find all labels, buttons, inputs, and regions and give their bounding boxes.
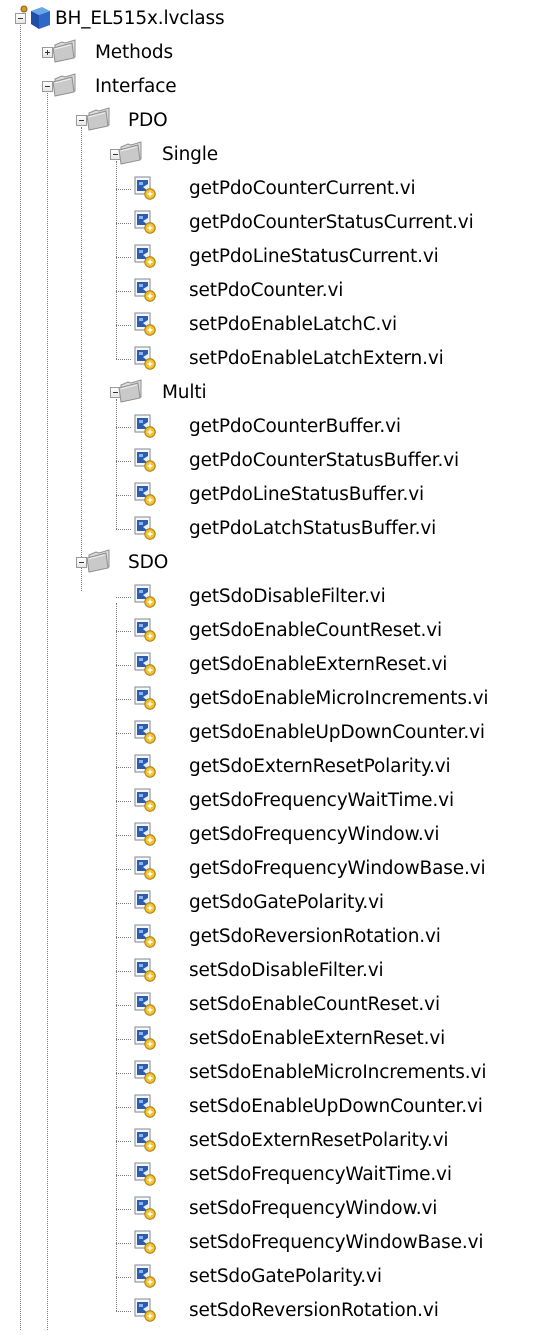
tree-node-pdo-label: PDO: [128, 110, 168, 131]
tree-node-interface-label: Interface: [95, 76, 177, 97]
tree-item-vi[interactable]: setSdoEnableMicroIncrements.vi: [0, 1056, 554, 1090]
tree-node-single-label: Single: [162, 144, 218, 165]
project-tree: BH_EL515x.lvclass Methods Interface PDO Sing…: [0, 0, 554, 1330]
tree-item-vi[interactable]: setSdoFrequencyWaitTime.vi: [0, 1158, 554, 1192]
tree-item-vi[interactable]: getSdoEnableMicroIncrements.vi: [0, 682, 554, 716]
tree-item-vi-label: setPdoCounter.vi: [189, 280, 344, 301]
tree-item-vi[interactable]: setSdoReversionRotation.vi: [0, 1294, 554, 1328]
tree-node-interface[interactable]: Interface: [0, 70, 554, 104]
tree-item-vi[interactable]: setSdoEnableUpDownCounter.vi: [0, 1090, 554, 1124]
tree-node-multi[interactable]: Multi: [0, 376, 554, 410]
tree-item-vi-label: getSdoGatePolarity.vi: [189, 892, 384, 913]
tree-item-vi[interactable]: getPdoLineStatusBuffer.vi: [0, 478, 554, 512]
tree-node-methods[interactable]: Methods: [0, 36, 554, 70]
tree-node-sdo[interactable]: SDO: [0, 546, 554, 580]
tree-item-vi[interactable]: setSdoEnableCountReset.vi: [0, 988, 554, 1022]
tree-item-vi-label: setPdoEnableLatchC.vi: [189, 314, 398, 335]
tree-item-vi[interactable]: getSdoGatePolarity.vi: [0, 886, 554, 920]
tree-item-vi-label: getPdoCounterStatusBuffer.vi: [189, 450, 459, 471]
tree-item-vi[interactable]: getSdoDisableFilter.vi: [0, 580, 554, 614]
tree-item-vi[interactable]: getSdoFrequencyWindow.vi: [0, 818, 554, 852]
tree-node-root-label: BH_EL515x.lvclass: [55, 8, 225, 29]
tree-item-vi[interactable]: getSdoEnableUpDownCounter.vi: [0, 716, 554, 750]
tree-item-vi[interactable]: setSdoFrequencyWindow.vi: [0, 1192, 554, 1226]
tree-item-vi-label: setPdoEnableLatchExtern.vi: [189, 348, 444, 369]
tree-item-vi-label: getSdoExternResetPolarity.vi: [189, 756, 451, 777]
tree-item-vi-label: setSdoGatePolarity.vi: [189, 1266, 382, 1287]
tree-node-methods-label: Methods: [95, 42, 173, 63]
tree-item-vi[interactable]: setPdoEnableLatchExtern.vi: [0, 342, 554, 376]
tree-item-vi[interactable]: getPdoCounterBuffer.vi: [0, 410, 554, 444]
tree-item-vi-label: getPdoCounterBuffer.vi: [189, 416, 401, 437]
tree-item-vi[interactable]: setPdoCounter.vi: [0, 274, 554, 308]
tree-item-vi-label: getSdoFrequencyWindow.vi: [189, 824, 440, 845]
tree-item-vi-label: getPdoCounterCurrent.vi: [189, 178, 416, 199]
tree-item-vi[interactable]: getSdoReversionRotation.vi: [0, 920, 554, 954]
tree-item-vi[interactable]: getPdoLineStatusCurrent.vi: [0, 240, 554, 274]
tree-item-vi-label: setSdoEnableUpDownCounter.vi: [189, 1096, 483, 1117]
tree-item-vi[interactable]: setSdoFrequencyWindowBase.vi: [0, 1226, 554, 1260]
tree-item-vi-label: getPdoLineStatusCurrent.vi: [189, 246, 439, 267]
tree-item-vi-label: getSdoDisableFilter.vi: [189, 586, 386, 607]
tree-item-vi[interactable]: getPdoCounterStatusBuffer.vi: [0, 444, 554, 478]
tree-item-vi-label: getSdoFrequencyWindowBase.vi: [189, 858, 486, 879]
tree-item-vi[interactable]: setSdoExternResetPolarity.vi: [0, 1124, 554, 1158]
tree-item-vi[interactable]: getSdoEnableExternReset.vi: [0, 648, 554, 682]
tree-item-vi-label: getSdoFrequencyWaitTime.vi: [189, 790, 454, 811]
tree-item-vi[interactable]: getSdoExternResetPolarity.vi: [0, 750, 554, 784]
tree-item-vi-label: getPdoLineStatusBuffer.vi: [189, 484, 425, 505]
tree-item-vi-label: setSdoFrequencyWindow.vi: [189, 1198, 438, 1219]
tree-item-vi[interactable]: setSdoDisableFilter.vi: [0, 954, 554, 988]
tree-item-vi[interactable]: getPdoCounterStatusCurrent.vi: [0, 206, 554, 240]
tree-node-multi-label: Multi: [162, 382, 207, 403]
tree-item-vi-label: getPdoCounterStatusCurrent.vi: [189, 212, 474, 233]
tree-item-vi[interactable]: getSdoFrequencyWindowBase.vi: [0, 852, 554, 886]
tree-item-vi-label: setSdoEnableCountReset.vi: [189, 994, 440, 1015]
tree-item-vi-label: getSdoEnableExternReset.vi: [189, 654, 448, 675]
tree-item-vi-label: getPdoLatchStatusBuffer.vi: [189, 518, 437, 539]
tree-item-vi-label: getSdoEnableUpDownCounter.vi: [189, 722, 485, 743]
tree-item-vi-label: setSdoReversionRotation.vi: [189, 1300, 439, 1321]
tree-item-vi[interactable]: getPdoCounterCurrent.vi: [0, 172, 554, 206]
tree-item-vi[interactable]: setSdoEnableExternReset.vi: [0, 1022, 554, 1056]
tree-item-vi-label: setSdoEnableExternReset.vi: [189, 1028, 446, 1049]
tree-item-vi-label: getSdoEnableCountReset.vi: [189, 620, 443, 641]
tree-item-vi[interactable]: setPdoEnableLatchC.vi: [0, 308, 554, 342]
tree-item-vi-label: setSdoFrequencyWindowBase.vi: [189, 1232, 484, 1253]
tree-item-vi-label: getSdoReversionRotation.vi: [189, 926, 441, 947]
tree-node-root[interactable]: BH_EL515x.lvclass: [0, 2, 554, 36]
tree-item-vi[interactable]: setSdoGatePolarity.vi: [0, 1260, 554, 1294]
tree-item-vi[interactable]: getSdoFrequencyWaitTime.vi: [0, 784, 554, 818]
tree-item-vi-label: setSdoFrequencyWaitTime.vi: [189, 1164, 452, 1185]
tree-node-sdo-label: SDO: [128, 552, 169, 573]
tree-item-vi[interactable]: getPdoLatchStatusBuffer.vi: [0, 512, 554, 546]
tree-item-vi-label: setSdoExternResetPolarity.vi: [189, 1130, 449, 1151]
vi-file-icon: [133, 1297, 157, 1335]
tree-item-vi-label: getSdoEnableMicroIncrements.vi: [189, 688, 489, 709]
tree-item-vi-label: setSdoEnableMicroIncrements.vi: [189, 1062, 487, 1083]
tree-item-vi-label: setSdoDisableFilter.vi: [189, 960, 384, 981]
tree-node-pdo[interactable]: PDO: [0, 104, 554, 138]
tree-node-single[interactable]: Single: [0, 138, 554, 172]
tree-item-vi[interactable]: getSdoEnableCountReset.vi: [0, 614, 554, 648]
